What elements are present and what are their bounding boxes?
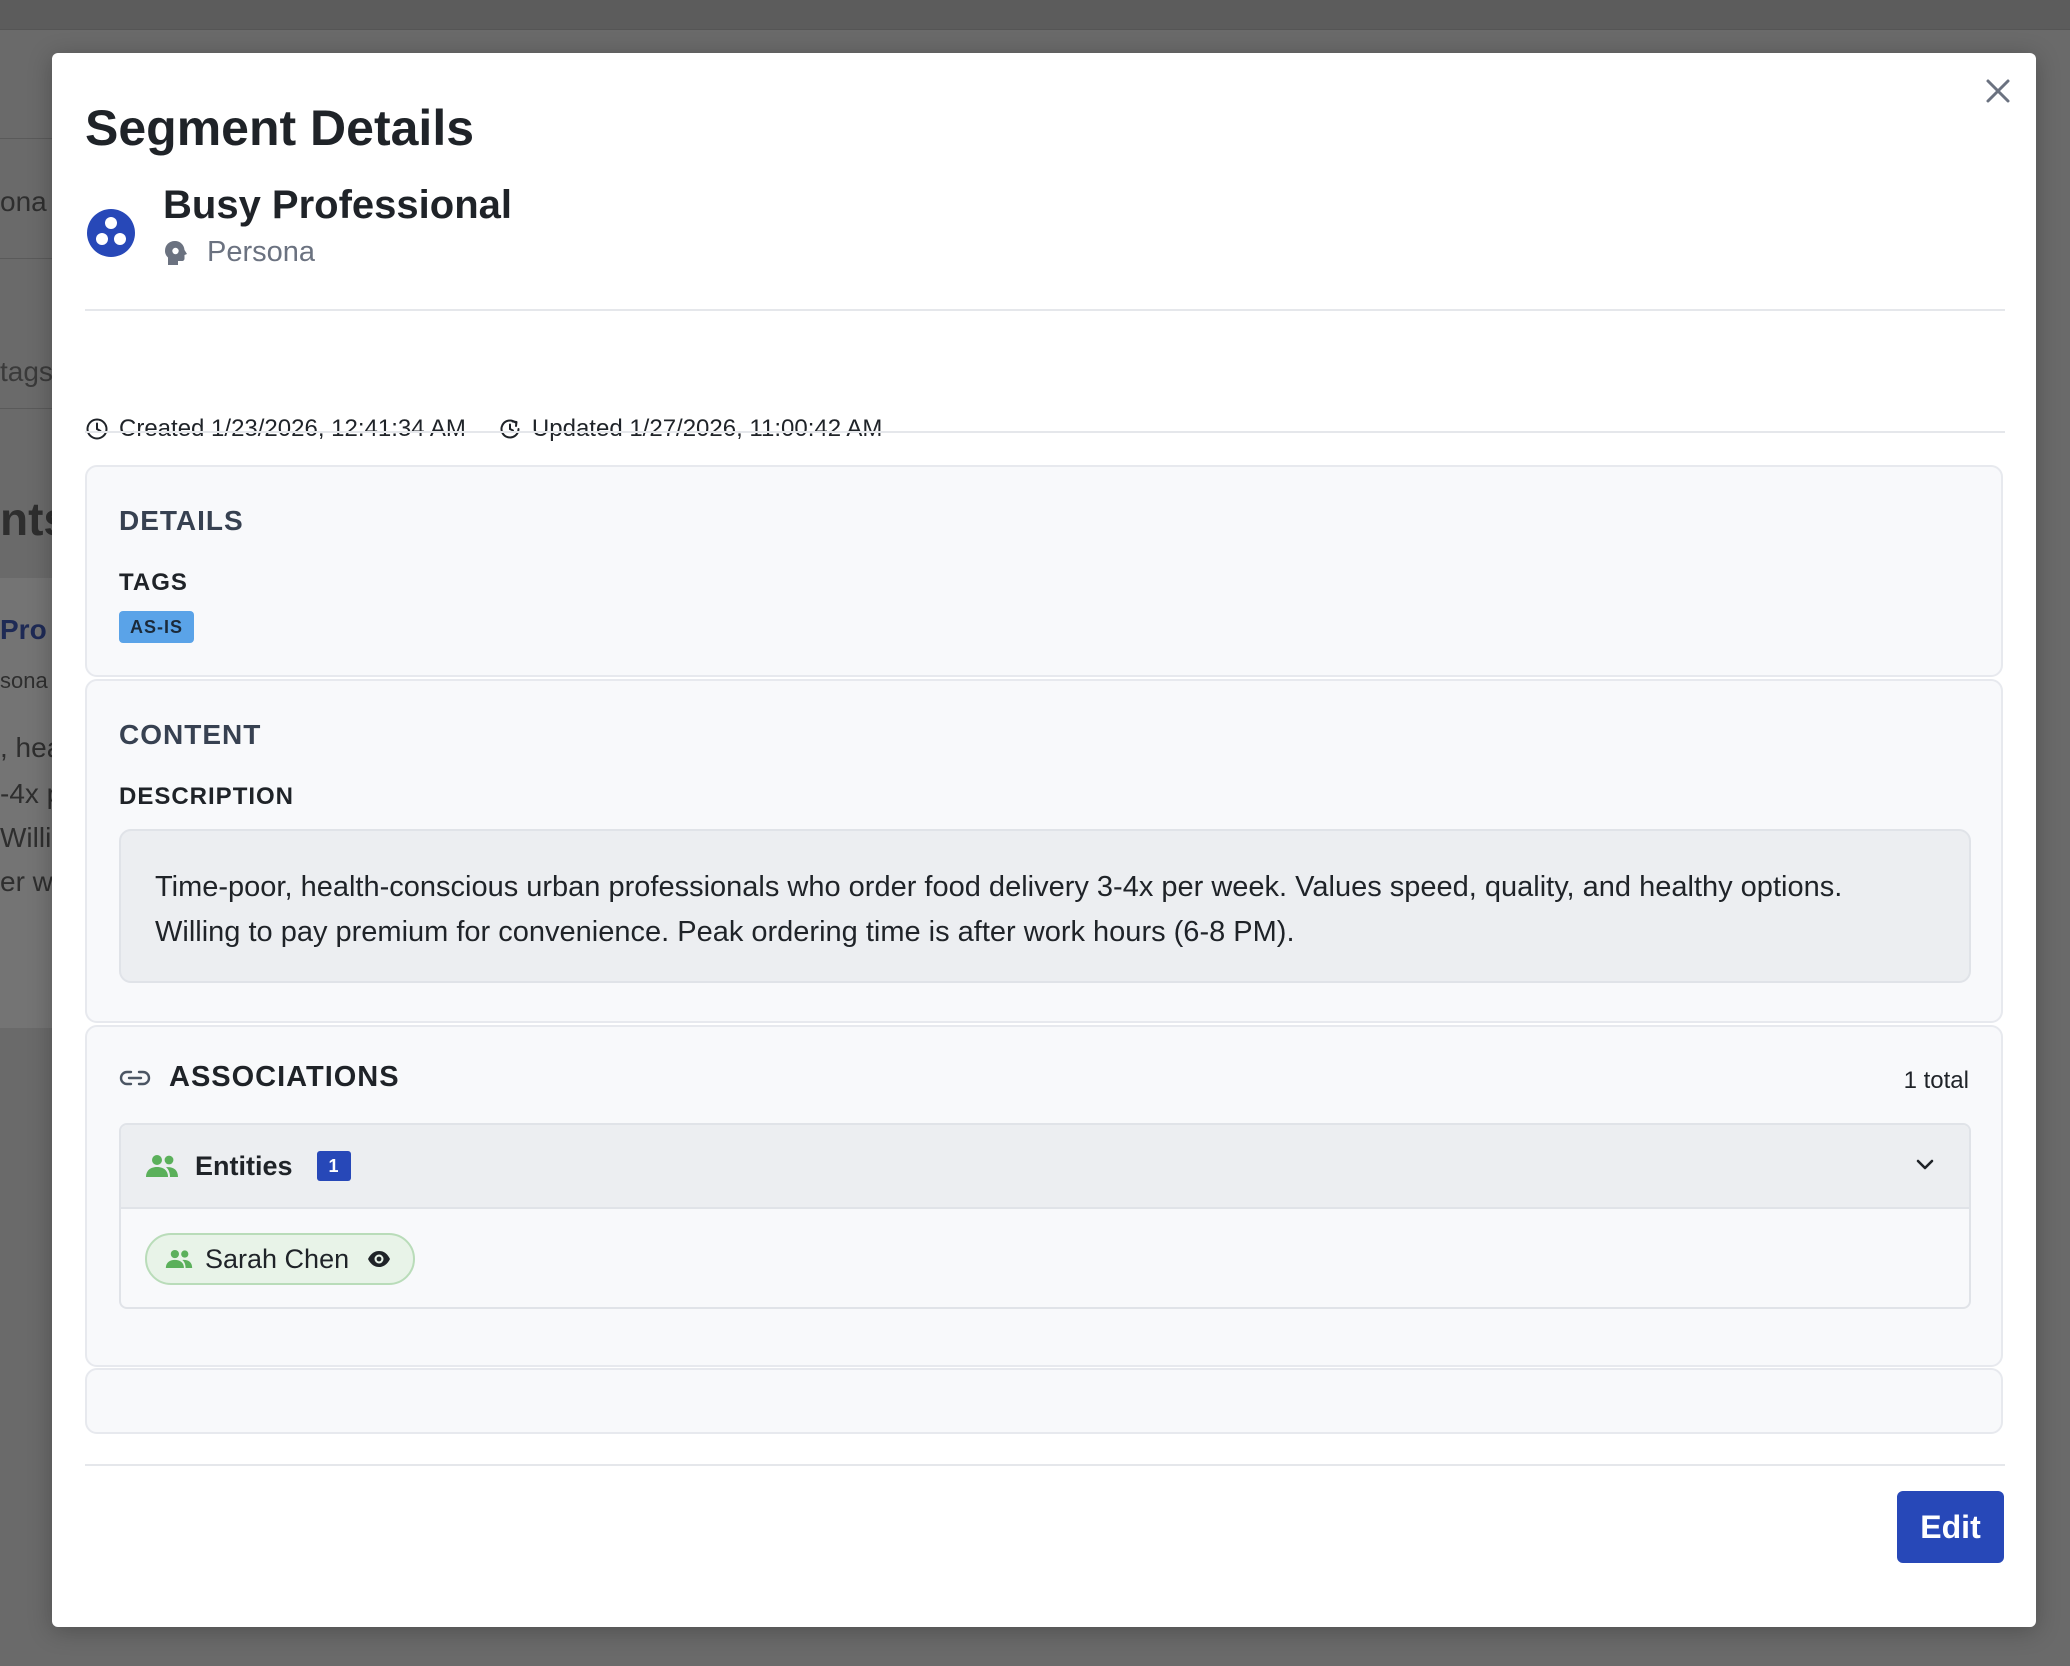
- entity-chip-label: Sarah Chen: [205, 1243, 350, 1274]
- segment-name: Busy Professional: [163, 183, 513, 227]
- background-text: , hea: [0, 732, 52, 763]
- close-button[interactable]: [1978, 71, 2018, 111]
- updated-timestamp: Updated 1/27/2026, 11:00:42 AM: [498, 415, 883, 443]
- entities-group: Entities 1 Sarah Chen: [119, 1123, 1971, 1309]
- background-text: sona: [0, 668, 48, 693]
- created-timestamp: Created 1/23/2026, 12:41:34 AM: [85, 415, 466, 443]
- background-text: Pro: [0, 614, 47, 645]
- modal-title: Segment Details: [85, 100, 475, 156]
- entity-chip[interactable]: Sarah Chen: [145, 1233, 416, 1285]
- associations-section-title: ASSOCIATIONS: [169, 1061, 400, 1093]
- close-icon: [1986, 79, 2010, 103]
- created-text: Created 1/23/2026, 12:41:34 AM: [119, 415, 466, 442]
- associations-section: ASSOCIATIONS 1 total Entities 1 Sarah Ch…: [85, 1025, 2003, 1367]
- background-text: er w...: [0, 866, 52, 897]
- timestamps: Created 1/23/2026, 12:41:34 AM Updated 1…: [85, 415, 914, 443]
- associations-header: ASSOCIATIONS: [119, 1061, 400, 1094]
- segment-type-label: Persona: [207, 236, 316, 268]
- background-divider: [0, 138, 60, 139]
- background-text: tags: [0, 356, 52, 387]
- divider: [85, 1464, 2005, 1466]
- persona-segment-icon: [87, 209, 135, 257]
- clock-icon: [86, 418, 108, 440]
- background-text: ona: [0, 186, 47, 217]
- description-text: Time-poor, health-conscious urban profes…: [119, 829, 1971, 983]
- link-icon: [119, 1070, 151, 1085]
- background-text: Willing: [0, 822, 52, 853]
- people-icon: [165, 1249, 193, 1269]
- refresh-clock-icon: [500, 419, 520, 439]
- entities-group-label: Entities: [195, 1150, 293, 1181]
- segment-details-modal: Segment Details Busy Professional Person…: [52, 53, 2036, 1627]
- background-text: -4x p: [0, 778, 52, 809]
- divider: [85, 431, 2005, 433]
- persona-head-icon: [165, 240, 187, 265]
- empty-section: [85, 1368, 2003, 1434]
- segment-type: Persona: [163, 236, 512, 269]
- content-section: CONTENT DESCRIPTION Time-poor, health-co…: [85, 679, 2003, 1023]
- entities-count-badge: 1: [316, 1151, 351, 1181]
- content-section-title: CONTENT: [119, 719, 262, 750]
- background-topbar: [0, 0, 2070, 30]
- background-divider: [0, 258, 60, 259]
- tags-label: TAGS: [119, 569, 188, 596]
- people-icon: [146, 1155, 178, 1177]
- updated-text: Updated 1/27/2026, 11:00:42 AM: [531, 415, 883, 442]
- eye-icon[interactable]: [367, 1250, 391, 1268]
- edit-button[interactable]: Edit: [1897, 1491, 2004, 1563]
- background-divider: [0, 408, 60, 409]
- background-text: nts: [0, 493, 52, 545]
- segment-header: Busy Professional Persona: [85, 183, 512, 269]
- entities-group-header[interactable]: Entities 1: [121, 1125, 1969, 1209]
- tag-badge: AS-IS: [119, 611, 195, 643]
- details-section: DETAILS TAGS AS-IS: [85, 465, 2003, 677]
- description-label: DESCRIPTION: [119, 783, 295, 810]
- associations-total: 1 total: [1903, 1067, 1969, 1094]
- divider: [85, 309, 2005, 311]
- chevron-down-icon[interactable]: [1911, 1151, 1939, 1179]
- details-section-title: DETAILS: [119, 505, 244, 536]
